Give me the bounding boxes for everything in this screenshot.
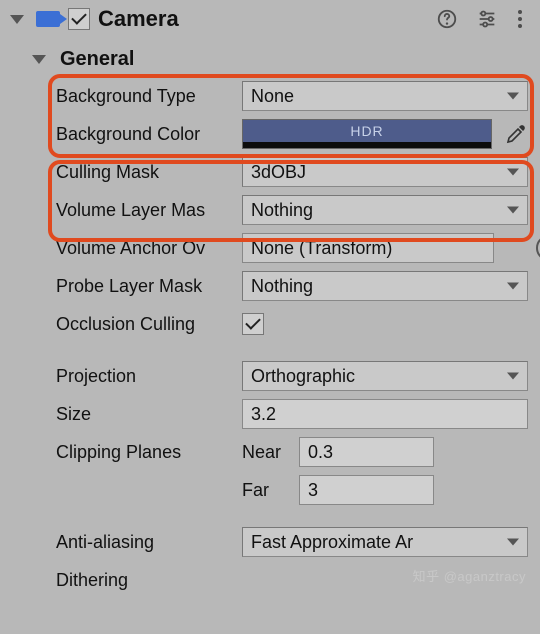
alpha-bar	[243, 142, 491, 148]
kebab-menu-icon[interactable]	[516, 8, 524, 30]
far-input[interactable]	[299, 475, 434, 505]
eyedropper-icon[interactable]	[504, 122, 528, 146]
occlusion-culling-checkbox[interactable]	[242, 313, 264, 335]
camera-icon	[36, 11, 60, 27]
label-size: Size	[56, 404, 236, 425]
help-icon[interactable]	[436, 8, 458, 30]
object-picker-icon[interactable]	[536, 235, 540, 261]
label-dithering: Dithering	[56, 570, 236, 591]
probe-layer-mask-dropdown[interactable]: Nothing	[242, 271, 528, 301]
probe-layer-mask-value: Nothing	[251, 276, 313, 297]
size-input[interactable]	[242, 399, 528, 429]
presets-icon[interactable]	[476, 8, 498, 30]
section-title: General	[60, 48, 134, 71]
chevron-down-icon	[507, 207, 519, 214]
culling-mask-dropdown[interactable]: 3dOBJ	[242, 157, 528, 187]
component-title: Camera	[98, 6, 428, 32]
near-input[interactable]	[299, 437, 434, 467]
volume-anchor-object-field[interactable]: None (Transform)	[242, 233, 494, 263]
component-enable-checkbox[interactable]	[68, 8, 90, 30]
label-culling-mask: Culling Mask	[56, 162, 236, 183]
label-clipping-planes: Clipping Planes	[56, 442, 236, 463]
volume-anchor-value: None (Transform)	[251, 238, 392, 259]
label-background-color: Background Color	[56, 124, 236, 145]
label-near: Near	[242, 442, 297, 463]
watermark: 知乎 @aganztracy	[413, 566, 526, 585]
chevron-down-icon	[507, 169, 519, 176]
label-volume-anchor: Volume Anchor Ov	[56, 238, 236, 259]
label-occlusion-culling: Occlusion Culling	[56, 314, 236, 335]
component-foldout[interactable]	[10, 15, 24, 24]
chevron-down-icon	[507, 539, 519, 546]
background-type-value: None	[251, 86, 294, 107]
label-background-type: Background Type	[56, 86, 236, 107]
projection-dropdown[interactable]: Orthographic	[242, 361, 528, 391]
label-probe-layer-mask: Probe Layer Mask	[56, 276, 236, 297]
background-type-dropdown[interactable]: None	[242, 81, 528, 111]
culling-mask-value: 3dOBJ	[251, 162, 306, 183]
anti-aliasing-value: Fast Approximate Ar	[251, 532, 413, 553]
section-foldout[interactable]	[32, 55, 46, 64]
label-anti-aliasing: Anti-aliasing	[56, 532, 236, 553]
label-volume-layer-mask: Volume Layer Mas	[56, 200, 236, 221]
background-color-field[interactable]: HDR	[242, 119, 492, 149]
chevron-down-icon	[507, 283, 519, 290]
label-projection: Projection	[56, 366, 236, 387]
volume-layer-mask-value: Nothing	[251, 200, 313, 221]
projection-value: Orthographic	[251, 366, 355, 387]
chevron-down-icon	[507, 373, 519, 380]
label-far: Far	[242, 480, 297, 501]
anti-aliasing-dropdown[interactable]: Fast Approximate Ar	[242, 527, 528, 557]
hdr-badge: HDR	[243, 120, 491, 142]
volume-layer-mask-dropdown[interactable]: Nothing	[242, 195, 528, 225]
chevron-down-icon	[507, 93, 519, 100]
